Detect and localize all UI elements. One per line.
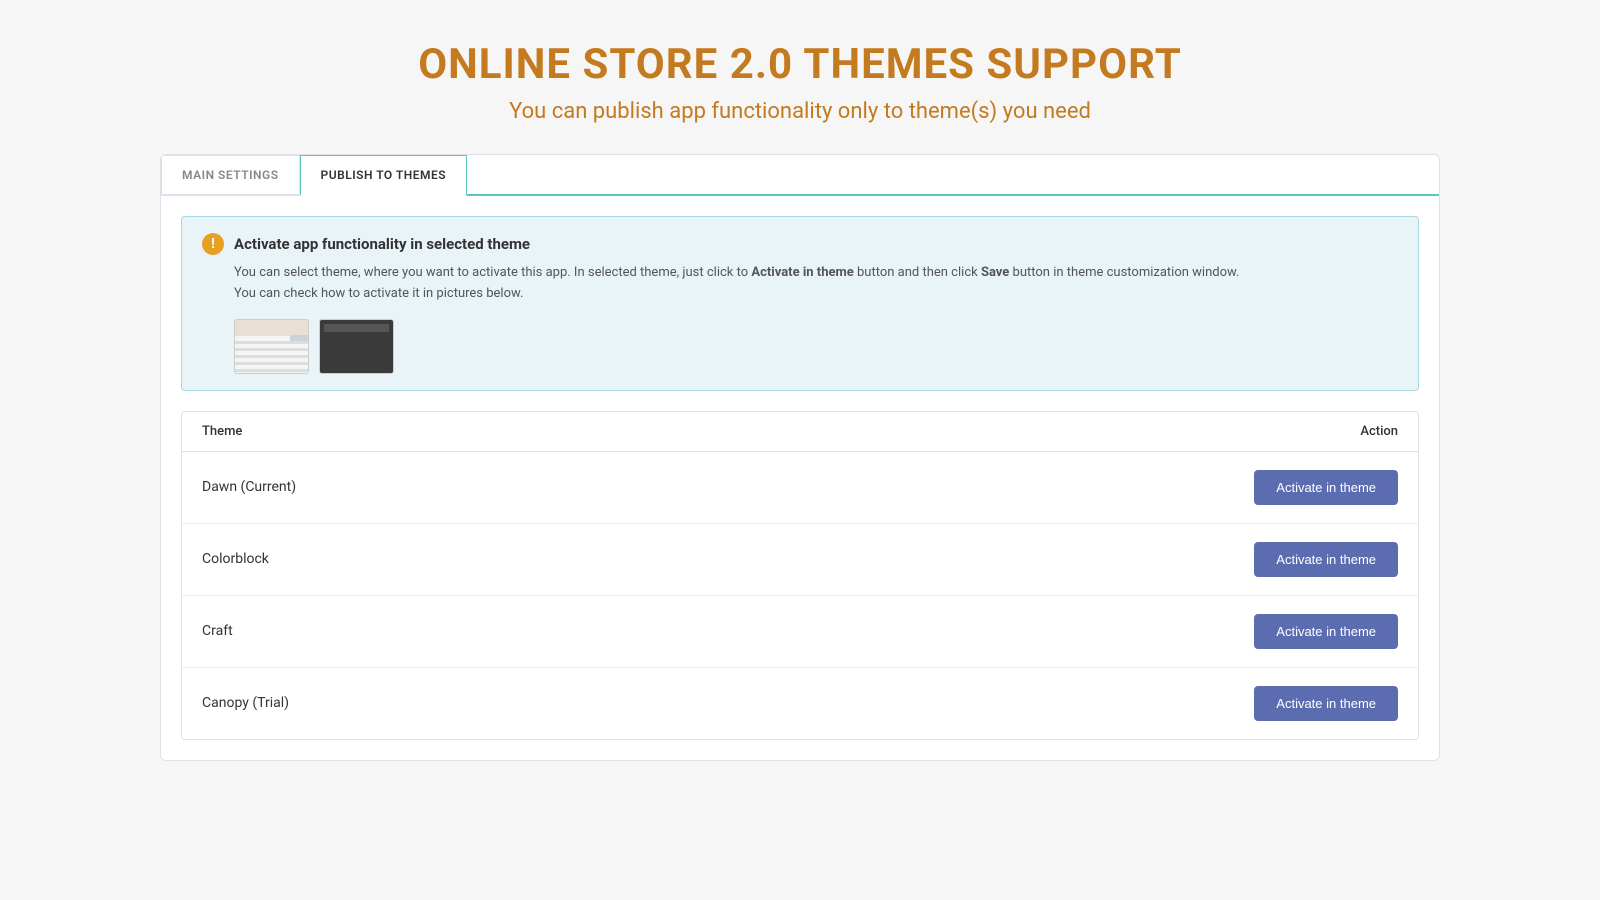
info-box-header: ! Activate app functionality in selected… <box>202 233 1398 255</box>
info-box: ! Activate app functionality in selected… <box>181 216 1419 391</box>
table-row: Craft Activate in theme <box>182 596 1418 668</box>
activate-theme-button-2[interactable]: Activate in theme <box>1254 614 1398 649</box>
tab-publish-to-themes[interactable]: PUBLISH TO THEMES <box>300 155 468 196</box>
theme-name: Dawn (Current) <box>202 479 296 495</box>
main-container: MAIN SETTINGS PUBLISH TO THEMES ! Activa… <box>160 154 1440 761</box>
preview-image-1 <box>234 319 309 374</box>
preview-image-2 <box>319 319 394 374</box>
info-box-text: You can select theme, where you want to … <box>234 263 1398 305</box>
col-action-label: Action <box>1360 424 1398 439</box>
themes-table-header: Theme Action <box>182 412 1418 452</box>
activate-theme-button-1[interactable]: Activate in theme <box>1254 542 1398 577</box>
info-icon: ! <box>202 233 224 255</box>
theme-name: Colorblock <box>202 551 269 567</box>
table-row: Canopy (Trial) Activate in theme <box>182 668 1418 739</box>
tabs-bar: MAIN SETTINGS PUBLISH TO THEMES <box>161 155 1439 196</box>
page-title: ONLINE STORE 2.0 THEMES SUPPORT <box>418 40 1182 89</box>
col-theme-label: Theme <box>202 424 242 439</box>
preview-images <box>234 319 1398 374</box>
page-header: ONLINE STORE 2.0 THEMES SUPPORT You can … <box>398 0 1202 154</box>
table-row: Colorblock Activate in theme <box>182 524 1418 596</box>
theme-name: Craft <box>202 623 233 639</box>
tab-main-settings[interactable]: MAIN SETTINGS <box>161 155 300 196</box>
theme-name: Canopy (Trial) <box>202 695 289 711</box>
content-area: ! Activate app functionality in selected… <box>161 196 1439 760</box>
themes-table: Theme Action Dawn (Current) Activate in … <box>181 411 1419 740</box>
table-row: Dawn (Current) Activate in theme <box>182 452 1418 524</box>
page-subtitle: You can publish app functionality only t… <box>418 99 1182 124</box>
activate-theme-button-0[interactable]: Activate in theme <box>1254 470 1398 505</box>
activate-theme-button-3[interactable]: Activate in theme <box>1254 686 1398 721</box>
info-box-title: Activate app functionality in selected t… <box>234 235 530 253</box>
